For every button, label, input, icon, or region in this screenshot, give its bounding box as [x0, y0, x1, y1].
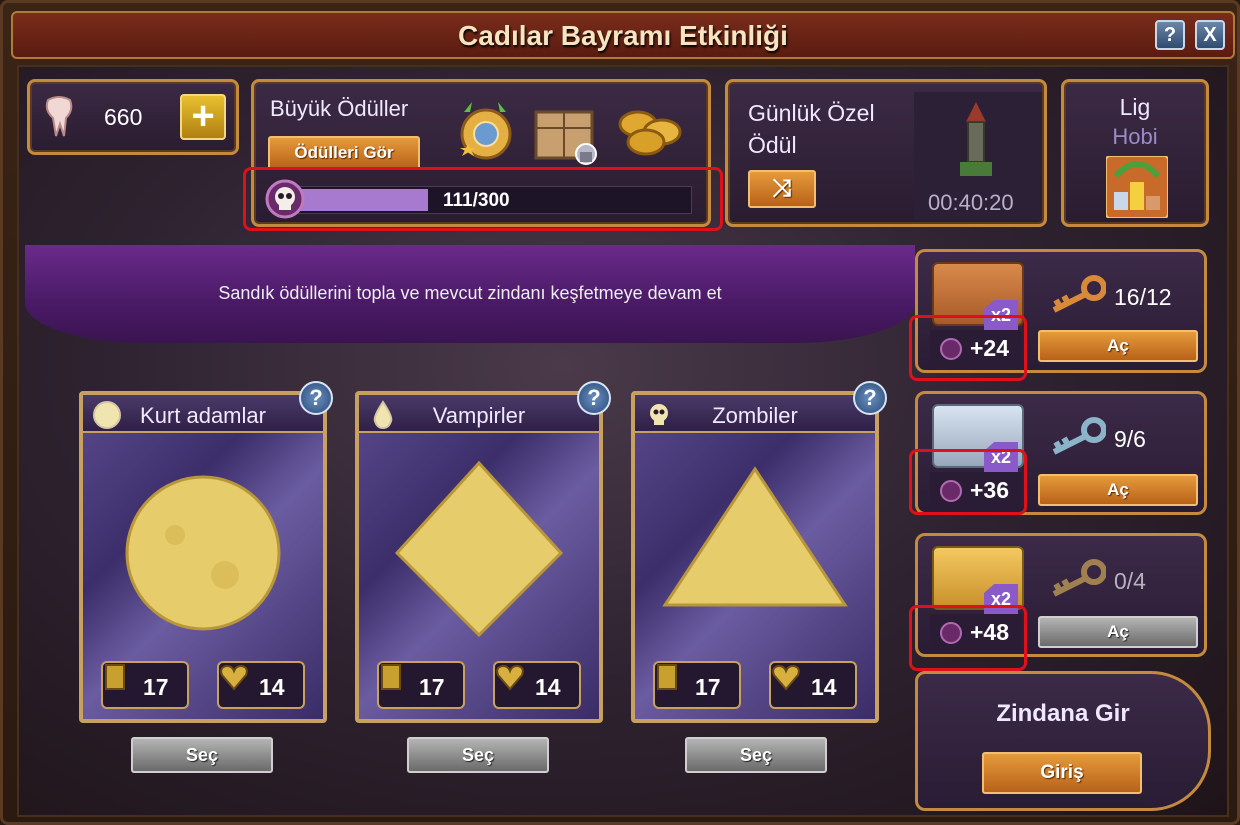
- open-silver-chest-button[interactable]: Aç: [1038, 474, 1198, 506]
- league-title: Lig: [1119, 94, 1151, 120]
- currency-value: 660: [104, 104, 143, 130]
- highlight-bonus-48: [909, 605, 1027, 671]
- dungeon-panel: Zindana Gir Giriş: [915, 671, 1211, 811]
- podium-icon: [1106, 156, 1168, 218]
- heart-count-value: 14: [811, 674, 837, 700]
- league-panel[interactable]: Lig Hobi: [1061, 79, 1209, 227]
- highlight-bonus-24: [909, 315, 1027, 381]
- vampires-help-button[interactable]: ?: [577, 381, 611, 415]
- help-button[interactable]: ?: [1155, 20, 1185, 50]
- highlight-bonus-36: [909, 449, 1027, 515]
- daily-timer: 00:40:20: [928, 190, 1014, 215]
- heart-count-value: 14: [535, 674, 561, 700]
- card-title: Kurt adamlar: [140, 403, 266, 428]
- tooth-icon: [45, 96, 73, 137]
- currency-panel: 660 +: [27, 79, 239, 155]
- card-count-value: 17: [695, 674, 721, 700]
- triangle-shape: [662, 466, 848, 607]
- heart-icon: [220, 664, 248, 691]
- card-count-value: 17: [143, 674, 169, 700]
- heart-count: 14: [493, 661, 581, 709]
- card-stack-icon: [381, 664, 401, 690]
- shuffle-button[interactable]: ⤨: [748, 170, 816, 208]
- heart-icon: [772, 664, 800, 691]
- tower-icon: [960, 102, 992, 176]
- diamond-shape: [394, 460, 564, 638]
- bronze-key-icon: [1052, 275, 1106, 313]
- vampires-select-button[interactable]: Seç: [407, 737, 549, 773]
- silver-key-icon: [1052, 417, 1106, 455]
- highlight-progress: [243, 167, 723, 231]
- key-count: 16/12: [1114, 284, 1172, 310]
- key-count: 0/4: [1114, 568, 1146, 594]
- crate-reward-icon[interactable]: [530, 98, 602, 168]
- daily-title-line1: Günlük Özel: [748, 100, 875, 126]
- enter-dungeon-button[interactable]: Giriş: [982, 752, 1142, 794]
- open-bronze-chest-button[interactable]: Aç: [1038, 330, 1198, 362]
- daily-reward-slot[interactable]: 00:40:20: [914, 92, 1042, 220]
- league-subtitle: Hobi: [1112, 124, 1158, 149]
- zombies-help-button[interactable]: ?: [853, 381, 887, 415]
- heart-icon: [496, 664, 524, 691]
- dungeon-title: Zindana Gir: [996, 700, 1130, 727]
- card-count: 17: [653, 661, 741, 709]
- grand-prizes-title: Büyük Ödüller: [270, 96, 409, 121]
- card-header: Vampirler: [359, 395, 599, 433]
- card-stack-icon: [105, 664, 125, 690]
- card-vampires[interactable]: Vampirler 17 14: [355, 391, 603, 723]
- event-window: Cadılar Bayramı Etkinliği ? X 660 + Büyü…: [0, 0, 1240, 825]
- werewolves-help-button[interactable]: ?: [299, 381, 333, 415]
- card-werewolves[interactable]: Kurt adamlar 17 14: [79, 391, 327, 723]
- add-currency-button[interactable]: +: [180, 94, 226, 140]
- werewolves-select-button[interactable]: Seç: [131, 737, 273, 773]
- card-header: Kurt adamlar: [83, 395, 323, 433]
- title-bar: Cadılar Bayramı Etkinliği ? X: [11, 11, 1235, 59]
- zombies-select-button[interactable]: Seç: [685, 737, 827, 773]
- key-count: 9/6: [1114, 426, 1146, 452]
- daily-reward-panel: Günlük Özel Ödül ⤨ 00:40:20: [725, 79, 1047, 227]
- card-zombies[interactable]: Zombiler 17 14: [631, 391, 879, 723]
- close-button[interactable]: X: [1195, 20, 1225, 50]
- heart-count: 14: [769, 661, 857, 709]
- info-banner: Sandık ödüllerini topla ve mevcut zindan…: [25, 245, 915, 343]
- open-gold-chest-button[interactable]: Aç: [1038, 616, 1198, 648]
- window-title: Cadılar Bayramı Etkinliği: [458, 20, 788, 51]
- card-count: 17: [101, 661, 189, 709]
- moon-circle-shape: [125, 475, 281, 631]
- card-count: 17: [377, 661, 465, 709]
- view-prizes-button[interactable]: Ödülleri Gör: [268, 136, 420, 170]
- heart-count: 14: [217, 661, 305, 709]
- card-count-value: 17: [419, 674, 445, 700]
- card-title: Zombiler: [712, 403, 798, 428]
- banner-text: Sandık ödüllerini topla ve mevcut zindan…: [218, 283, 722, 303]
- coins-icon[interactable]: [616, 104, 686, 158]
- trophy-compass-icon[interactable]: [452, 98, 520, 168]
- card-header: Zombiler: [635, 395, 875, 433]
- gold-key-icon: [1052, 559, 1106, 597]
- daily-title-line2: Ödül: [748, 132, 797, 158]
- card-title: Vampirler: [432, 403, 526, 428]
- shuffle-icon: ⤨: [772, 175, 792, 202]
- card-stack-icon: [657, 664, 677, 690]
- heart-count-value: 14: [259, 674, 285, 700]
